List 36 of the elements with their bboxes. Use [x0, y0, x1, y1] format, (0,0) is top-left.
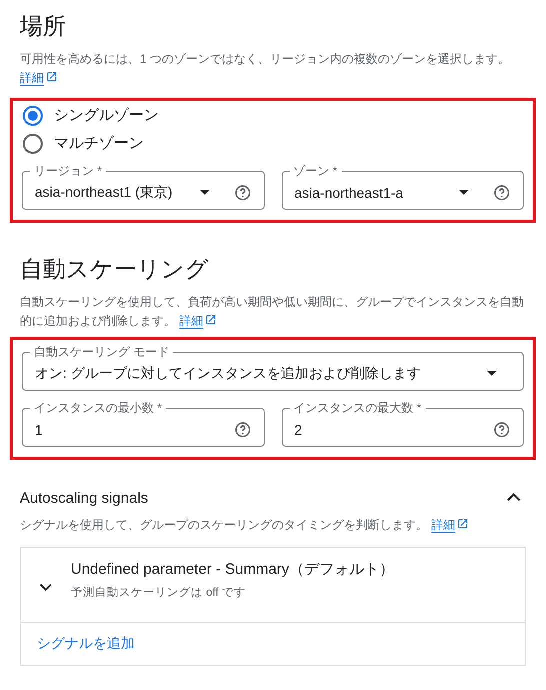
radio-label: シングルゾーン	[54, 106, 159, 126]
panel-title: Autoscaling signals	[20, 490, 148, 506]
radio-button[interactable]	[23, 134, 43, 154]
caret-icon	[200, 190, 210, 195]
help-icon[interactable]	[493, 420, 511, 438]
external-link-icon	[205, 314, 218, 326]
field-label: ゾーン *	[290, 163, 342, 179]
learn-more-link[interactable]: 詳細	[179, 314, 218, 328]
external-link-icon	[46, 71, 58, 83]
section-title: 場所	[20, 12, 67, 41]
field-value: asia-northeast1 (東京)	[35, 184, 174, 202]
field-value: 1	[35, 422, 44, 438]
field-label: リージョン *	[30, 163, 106, 179]
description-text: シグナルを使用して、グループのスケーリングのタイミングを判断します。 詳細	[20, 516, 526, 535]
learn-more-link[interactable]: 詳細	[20, 71, 58, 85]
field-value: asia-northeast1-a	[294, 184, 404, 200]
description-text: 自動スケーリングを使用して、負荷が高い期間や低い期間に、グループでインスタンスを自動的に追加および削除します。 詳細	[20, 294, 525, 330]
field-value: 2	[294, 422, 304, 438]
description-text: 可用性を高めるには、1 つのゾーンではなく、リージョン内の複数のゾーンを選択します。 詳細	[20, 51, 512, 87]
learn-more-link[interactable]: 詳細	[431, 518, 470, 532]
add-signal-button[interactable]: シグナルを追加	[29, 631, 143, 657]
field-value: オン: グループに対してインスタンスを追加および削除します	[35, 364, 422, 382]
caret-icon	[459, 190, 469, 195]
radio-label: マルチゾーン	[54, 134, 144, 154]
section-title: 自動スケーリング	[20, 255, 210, 284]
help-icon[interactable]	[493, 184, 511, 202]
field-label: インスタンスの最小数 *	[30, 400, 166, 416]
external-link-icon	[457, 518, 470, 530]
radio-button[interactable]	[23, 106, 43, 126]
help-icon[interactable]	[234, 184, 252, 202]
field-label: 自動スケーリング モード	[30, 344, 174, 360]
field-label: インスタンスの最大数 *	[290, 400, 426, 416]
signal-title: Undefined parameter - Summary（デフォルト）	[71, 560, 394, 579]
help-icon[interactable]	[234, 420, 252, 438]
signal-subtitle: 予測自動スケーリングは off です	[71, 586, 247, 600]
caret-icon	[487, 371, 497, 376]
